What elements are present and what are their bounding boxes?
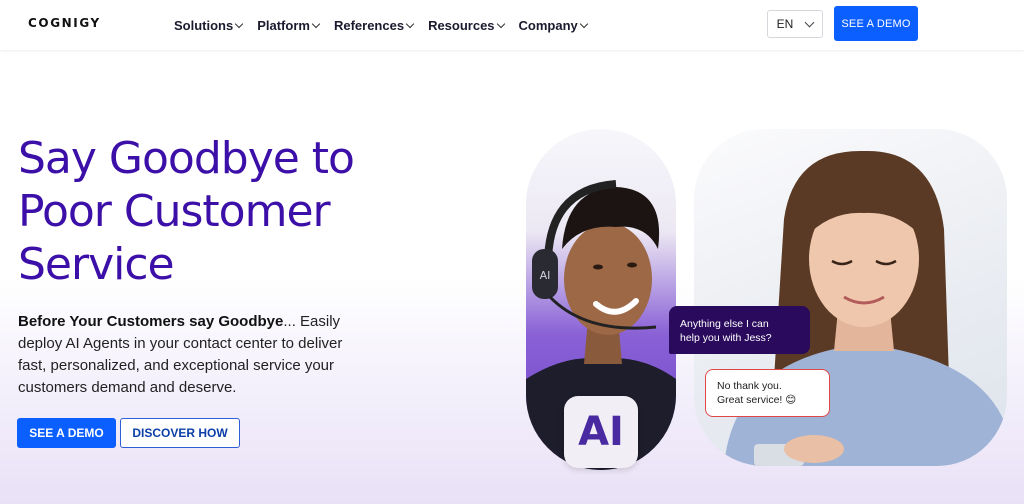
language-value: EN [776, 17, 794, 31]
language-select[interactable]: EN [767, 10, 823, 38]
chevron-down-icon [496, 19, 505, 29]
nav-references[interactable]: References [333, 17, 415, 33]
hero-title: Say Goodbye to Poor Customer Service [18, 132, 438, 291]
chevron-down-icon [311, 19, 321, 29]
nav-platform[interactable]: Platform [257, 17, 321, 33]
nav-label: References [333, 17, 405, 33]
agent-chat-bubble: Anything else I can help you with Jess? [669, 306, 810, 354]
nav-solutions[interactable]: Solutions [174, 17, 244, 33]
svg-text:AI: AI [540, 269, 551, 282]
nav-company[interactable]: Company [518, 17, 589, 33]
bubble-line: Anything else I can [680, 318, 769, 330]
nav-resources[interactable]: Resources [428, 17, 505, 33]
hero-lead-bold: Before Your Customers say Goodbye [18, 313, 284, 330]
chevron-down-icon [804, 17, 815, 27]
hero-title-line: Say Goodbye to [18, 133, 355, 184]
cognigy-logo[interactable]: COGNIGY [28, 16, 101, 30]
chevron-down-icon [579, 19, 589, 29]
bubble-line: No thank you. [717, 380, 782, 392]
customer-chat-bubble: No thank you. Great service! 😊 [705, 369, 830, 417]
hero-lead: Before Your Customers say Goodbye... Eas… [18, 311, 358, 399]
chevron-down-icon [234, 19, 244, 29]
see-demo-button[interactable]: SEE A DEMO [17, 418, 116, 448]
bubble-line: Great service! 😊 [717, 394, 797, 406]
nav-label: Solutions [174, 17, 234, 33]
chevron-down-icon [405, 19, 415, 29]
nav-label: Platform [257, 17, 310, 33]
main-nav: Solutions Platform References Resources … [174, 0, 602, 50]
nav-label: Resources [428, 17, 495, 33]
discover-how-button[interactable]: DISCOVER HOW [120, 418, 240, 448]
header-see-demo-button[interactable]: SEE A DEMO [834, 6, 918, 41]
site-header: COGNIGY Solutions Platform References Re… [0, 0, 1024, 50]
nav-label: Company [518, 17, 578, 33]
hero-title-line: Poor Customer [18, 186, 331, 237]
bubble-line: help you with Jess? [680, 332, 772, 344]
hero-title-line: Service [18, 239, 175, 290]
ai-badge: AI [564, 396, 638, 468]
